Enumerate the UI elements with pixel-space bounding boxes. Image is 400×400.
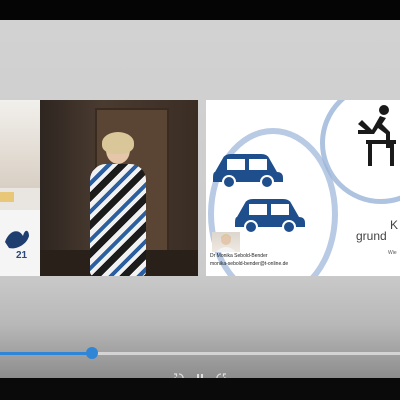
speaker-portrait-icon bbox=[216, 234, 236, 252]
banner-tag bbox=[0, 192, 14, 202]
banner-image bbox=[0, 100, 40, 188]
speaker-video: 21 bbox=[0, 100, 198, 276]
speaker-name: Dr Monika Sebold-Bender bbox=[210, 253, 268, 259]
slide-title-line1: K bbox=[390, 218, 399, 232]
slide-title-line2: grund bbox=[356, 229, 387, 243]
presentation-slide: Dr Monika Sebold-Bender monika-sebold-be… bbox=[206, 100, 400, 276]
event-banner: 21 bbox=[0, 100, 40, 276]
bottom-bar bbox=[0, 378, 400, 400]
speaker-email: monika-sebold-bender@t-online.de bbox=[210, 261, 289, 267]
speaker-hair bbox=[102, 132, 134, 154]
speaker-dress bbox=[90, 164, 146, 276]
progress-fill bbox=[0, 352, 92, 355]
hurdler-icon bbox=[358, 105, 396, 166]
car-icon bbox=[235, 199, 305, 233]
progress-thumb[interactable] bbox=[86, 347, 98, 359]
speaker-photo bbox=[212, 232, 240, 252]
banner-logo-text: 21 bbox=[16, 250, 28, 261]
car-icon bbox=[213, 154, 283, 188]
top-bar bbox=[0, 0, 400, 20]
slide-footer-text: Wie bbox=[388, 250, 397, 256]
speaker-person bbox=[88, 132, 148, 276]
